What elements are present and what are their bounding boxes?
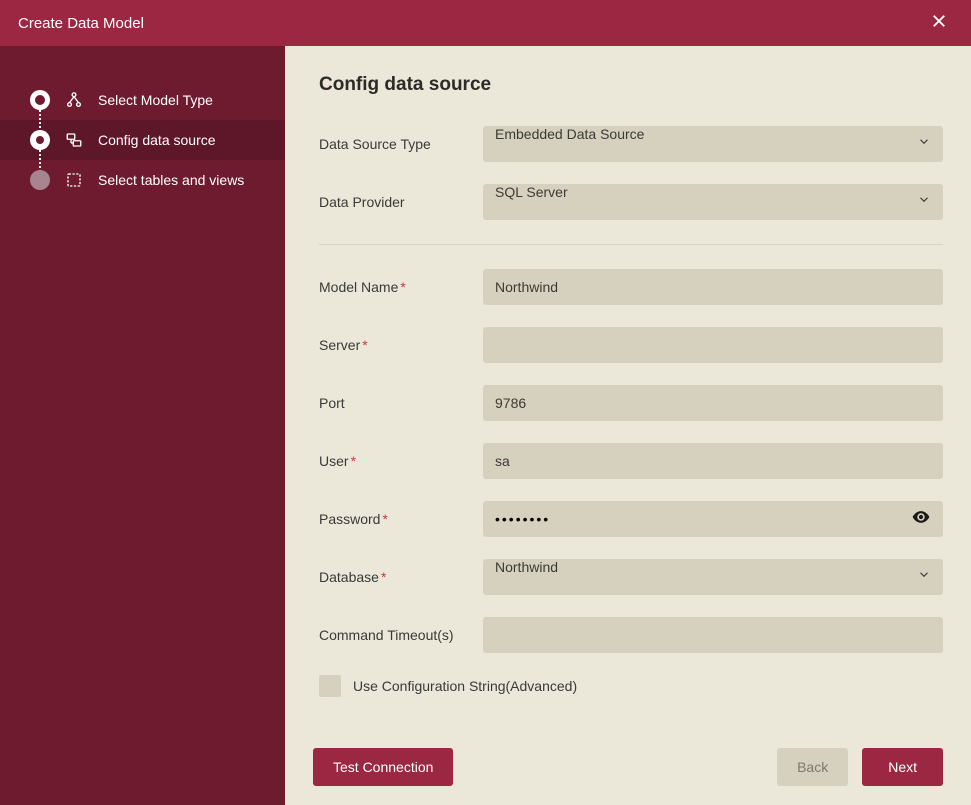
page-title: Config data source — [319, 74, 943, 96]
label-data-provider: Data Provider — [319, 194, 483, 210]
test-connection-button[interactable]: Test Connection — [313, 748, 453, 786]
step-config-data-source[interactable]: Config data source — [0, 120, 285, 160]
step-label: Config data source — [98, 132, 269, 148]
label-use-config-string: Use Configuration String(Advanced) — [353, 678, 577, 694]
checkbox-use-config-string[interactable] — [319, 675, 341, 697]
back-button[interactable]: Back — [777, 748, 848, 786]
label-user: User* — [319, 453, 483, 469]
step-bullet — [30, 170, 50, 190]
step-select-tables-views[interactable]: Select tables and views — [0, 160, 285, 200]
create-data-model-modal: Create Data Model Select Model Type — [0, 0, 971, 805]
row-use-config-string: Use Configuration String(Advanced) — [319, 675, 943, 697]
model-type-icon — [64, 90, 84, 110]
row-port: Port — [319, 385, 943, 421]
input-server[interactable] — [483, 327, 943, 363]
tables-views-icon — [64, 170, 84, 190]
close-icon — [930, 12, 948, 35]
input-password[interactable] — [495, 511, 907, 527]
input-port[interactable] — [483, 385, 943, 421]
select-data-provider[interactable]: SQL Server — [483, 184, 943, 220]
titlebar-title: Create Data Model — [18, 15, 144, 32]
label-command-timeout: Command Timeout(s) — [319, 627, 483, 643]
close-button[interactable] — [925, 9, 953, 37]
label-port: Port — [319, 395, 483, 411]
data-source-icon — [64, 130, 84, 150]
titlebar: Create Data Model — [0, 0, 971, 46]
input-model-name[interactable] — [483, 269, 943, 305]
footer: Test Connection Back Next — [285, 727, 971, 805]
select-data-source-type[interactable]: Embedded Data Source — [483, 126, 943, 162]
select-database[interactable]: Northwind — [483, 559, 943, 595]
next-button[interactable]: Next — [862, 748, 943, 786]
row-command-timeout: Command Timeout(s) — [319, 617, 943, 653]
label-database: Database* — [319, 569, 483, 585]
row-user: User* — [319, 443, 943, 479]
label-data-source-type: Data Source Type — [319, 136, 483, 152]
step-select-model-type[interactable]: Select Model Type — [0, 80, 285, 120]
step-label: Select Model Type — [98, 92, 269, 108]
wizard-steps-sidebar: Select Model Type Config data source Sel… — [0, 46, 285, 805]
form-scroll: Config data source Data Source Type Embe… — [285, 46, 971, 727]
input-command-timeout[interactable] — [483, 617, 943, 653]
label-password: Password* — [319, 511, 483, 527]
step-label: Select tables and views — [98, 172, 269, 188]
label-model-name: Model Name* — [319, 279, 483, 295]
modal-body: Select Model Type Config data source Sel… — [0, 46, 971, 805]
input-user[interactable] — [483, 443, 943, 479]
step-bullet — [30, 90, 50, 110]
row-password: Password* — [319, 501, 943, 537]
main-panel: Config data source Data Source Type Embe… — [285, 46, 971, 805]
label-server: Server* — [319, 337, 483, 353]
step-bullet — [30, 130, 50, 150]
row-server: Server* — [319, 327, 943, 363]
row-model-name: Model Name* — [319, 269, 943, 305]
toggle-password-visibility[interactable] — [907, 505, 935, 533]
row-database: Database* Northwind — [319, 559, 943, 595]
row-data-source-type: Data Source Type Embedded Data Source — [319, 126, 943, 162]
row-data-provider: Data Provider SQL Server — [319, 184, 943, 245]
eye-icon — [911, 507, 931, 532]
